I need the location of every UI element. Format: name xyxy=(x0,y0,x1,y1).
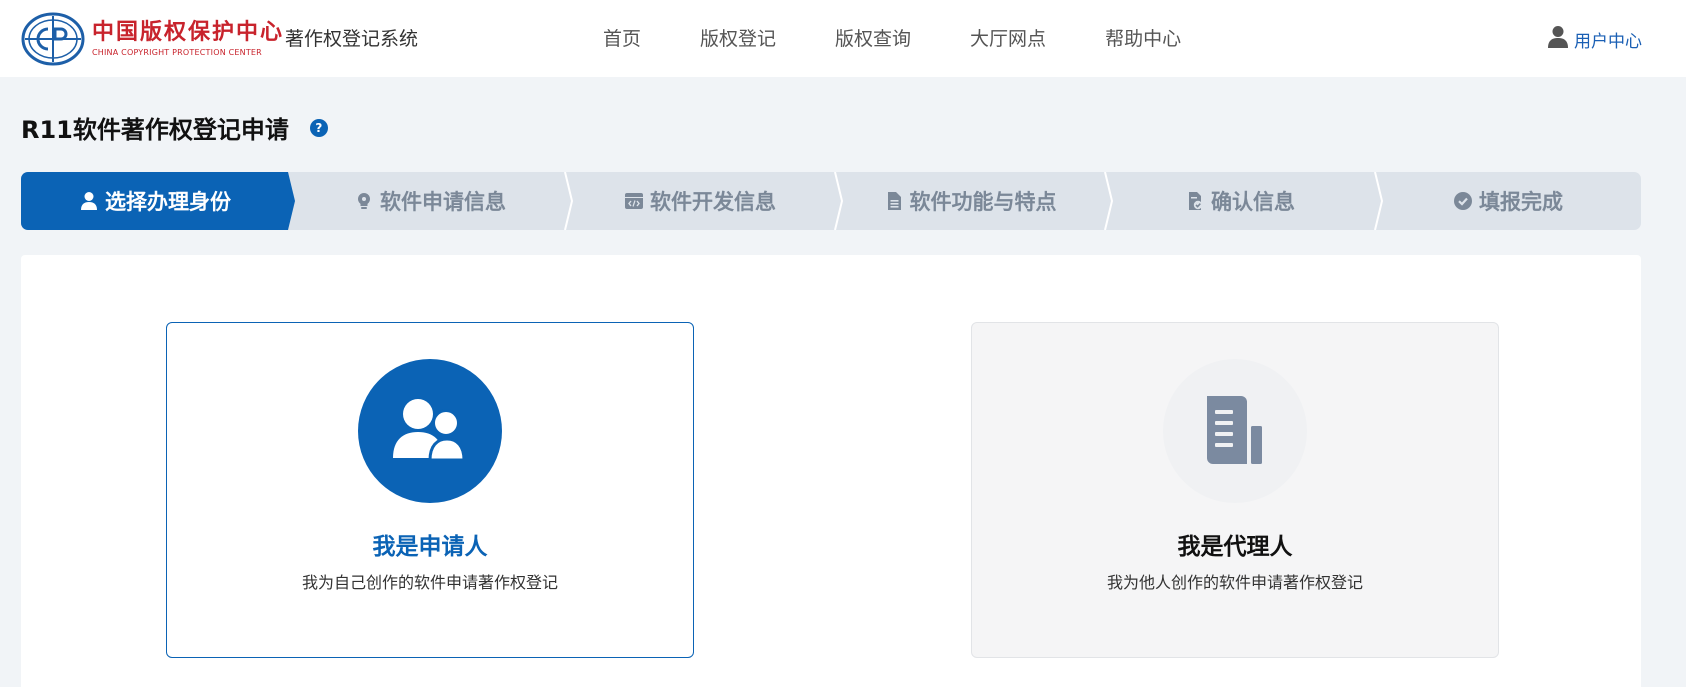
top-header: 中国版权保护中心 CHINA COPYRIGHT PROTECTION CENT… xyxy=(0,0,1686,77)
main-nav: 首页 版权登记 版权查询 大厅网点 帮助中心 xyxy=(603,24,1181,51)
step-completed[interactable]: 填报完成 xyxy=(1375,172,1641,230)
step-label: 软件开发信息 xyxy=(650,190,776,214)
logo-chinese-text: 中国版权保护中心 xyxy=(92,19,285,45)
copyright-emblem-icon xyxy=(21,12,85,65)
step-label: 软件申请信息 xyxy=(380,190,506,214)
step-confirm-info[interactable]: 确认信息 xyxy=(1105,172,1375,230)
document-check-icon xyxy=(1189,192,1203,210)
agent-icon-circle xyxy=(1163,359,1307,503)
code-window-icon xyxy=(625,193,643,209)
applicant-icon-circle xyxy=(358,359,502,503)
step-label: 选择办理身份 xyxy=(105,190,231,214)
step-software-development-info[interactable]: 软件开发信息 xyxy=(565,172,835,230)
user-center-link[interactable]: 用户中心 xyxy=(1547,22,1642,52)
logo-english-text: CHINA COPYRIGHT PROTECTION CENTER xyxy=(92,48,262,57)
agent-description: 我为他人创作的软件申请著作权登记 xyxy=(1106,573,1363,592)
agent-option-card[interactable]: 我是代理人 我为他人创作的软件申请著作权登记 xyxy=(971,322,1499,658)
lightbulb-icon xyxy=(357,192,371,209)
document-icon xyxy=(887,192,901,210)
nav-copyright-query[interactable]: 版权查询 xyxy=(835,24,911,51)
users-icon xyxy=(393,399,466,462)
document-list-icon xyxy=(1207,396,1262,464)
nav-help-center[interactable]: 帮助中心 xyxy=(1105,24,1181,51)
page-title-row: R11软件著作权登记申请 ? xyxy=(21,110,328,145)
logo[interactable]: 中国版权保护中心 CHINA COPYRIGHT PROTECTION CENT… xyxy=(21,8,284,69)
step-label: 填报完成 xyxy=(1479,190,1563,214)
page-title: R11软件著作权登记申请 xyxy=(21,116,289,144)
step-select-identity[interactable]: 选择办理身份 xyxy=(21,172,289,230)
applicant-option-card[interactable]: 我是申请人 我为自己创作的软件申请著作权登记 xyxy=(166,322,694,658)
user-icon xyxy=(81,192,97,210)
user-icon xyxy=(1548,26,1568,48)
applicant-title: 我是申请人 xyxy=(372,534,488,560)
check-circle-icon xyxy=(1454,192,1472,210)
nav-copyright-registration[interactable]: 版权登记 xyxy=(700,24,776,51)
help-icon[interactable]: ? xyxy=(309,118,328,137)
progress-stepper: 选择办理身份 软件申请信息 软件开发信息 软件功能与特点 确认信息 填报完成 xyxy=(21,172,1641,230)
identity-selection-panel: 我是申请人 我为自己创作的软件申请著作权登记 我是代理人 我为他人创作的软件申请… xyxy=(21,255,1641,687)
step-software-application-info[interactable]: 软件申请信息 xyxy=(295,172,565,230)
nav-home[interactable]: 首页 xyxy=(603,24,641,51)
step-label: 确认信息 xyxy=(1211,190,1295,214)
user-center-label: 用户中心 xyxy=(1574,32,1642,52)
step-software-features[interactable]: 软件功能与特点 xyxy=(835,172,1105,230)
agent-title: 我是代理人 xyxy=(1177,534,1293,560)
nav-service-halls[interactable]: 大厅网点 xyxy=(970,24,1046,51)
system-name: 著作权登记系统 xyxy=(285,28,419,50)
step-label: 软件功能与特点 xyxy=(909,190,1057,214)
applicant-description: 我为自己创作的软件申请著作权登记 xyxy=(301,573,558,592)
